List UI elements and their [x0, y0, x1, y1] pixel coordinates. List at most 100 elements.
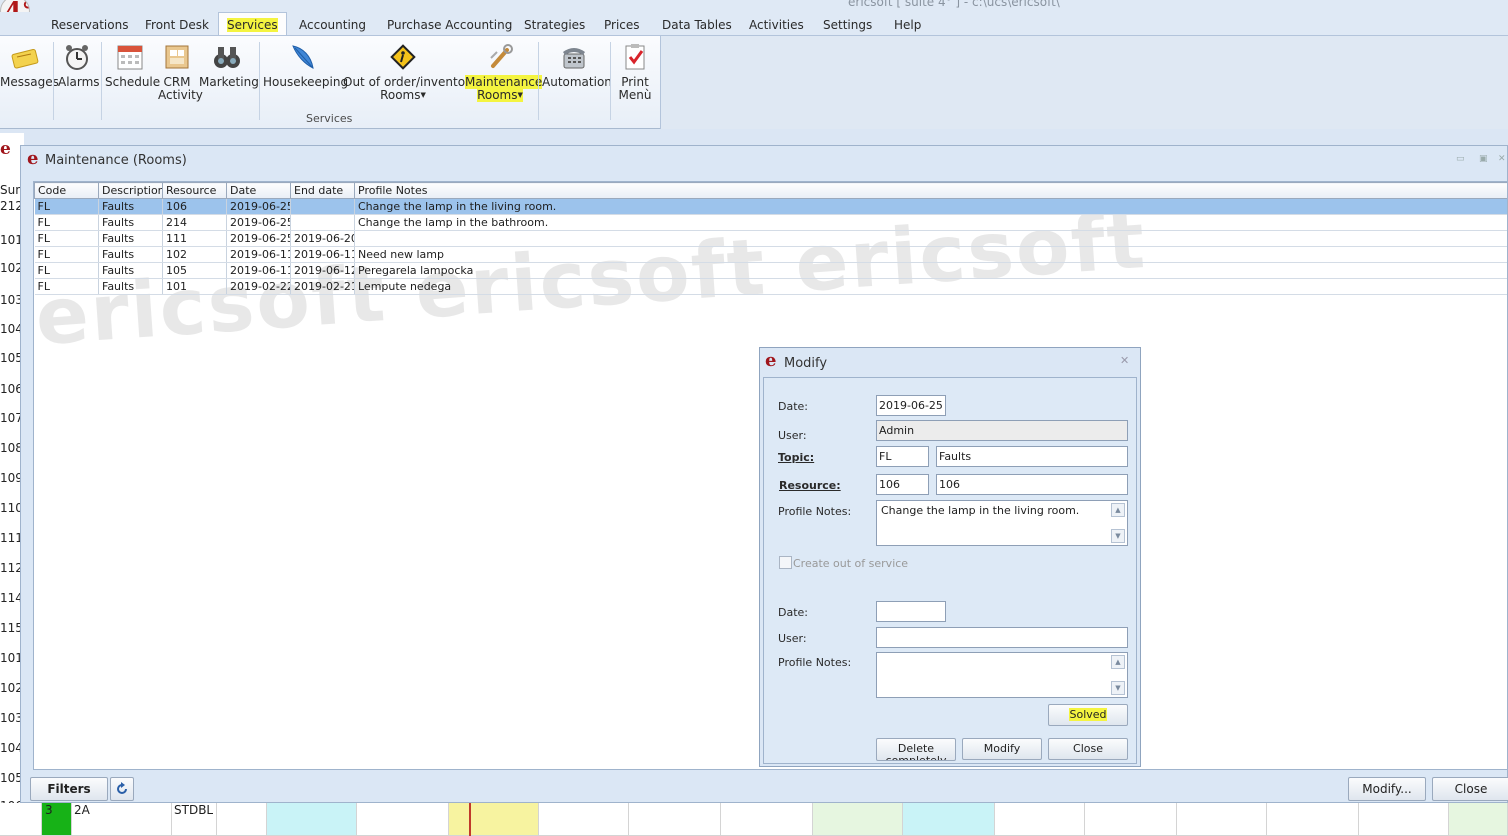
solved-date-field[interactable] [876, 601, 946, 622]
ribbon-automation-button[interactable]: Automation [542, 42, 612, 89]
bg-cell[interactable] [1177, 803, 1267, 836]
tab-services[interactable]: Services [218, 12, 287, 37]
modify-record-button[interactable]: Modify... [1348, 777, 1426, 801]
bg-cell[interactable] [1085, 803, 1177, 836]
column-header-code[interactable]: Code [34, 182, 99, 199]
bg-cell[interactable] [1267, 803, 1359, 836]
resource-code-field[interactable]: 106 [876, 474, 929, 495]
scroll-down-icon[interactable]: ▼ [1111, 529, 1125, 543]
scrollbar[interactable]: ▲ ▼ [1110, 654, 1126, 696]
bg-cell[interactable] [267, 803, 357, 836]
ribbon-crm-activity-button[interactable]: CRM Activity [158, 42, 203, 102]
create-out-of-service-checkbox[interactable] [779, 556, 792, 569]
topic-label-link[interactable]: Topic: [778, 451, 814, 464]
column-header-resource[interactable]: Resource [162, 182, 227, 199]
scroll-down-icon[interactable]: ▼ [1111, 681, 1125, 695]
table-cell: Faults [98, 246, 163, 263]
ribbon-maintenance-sub: Rooms▼ [477, 88, 523, 102]
tab-accounting[interactable]: Accounting [299, 18, 366, 32]
minimize-icon[interactable]: ▭ [1456, 154, 1465, 164]
bg-cell[interactable] [1359, 803, 1449, 836]
table-cell: FL [34, 262, 99, 279]
solved-user-field[interactable] [876, 627, 1128, 648]
table-row[interactable]: FL Faults 105 2019-06-11 2019-06-12 Pere… [34, 262, 1507, 279]
bg-cell[interactable] [217, 803, 267, 836]
bg-cell[interactable]: STDBL [172, 803, 217, 836]
ribbon-out-of-order-button[interactable]: Out of order/inventory Rooms▼ [343, 42, 477, 102]
table-cell: 105 [162, 262, 227, 279]
ribbon-marketing-label: Marketing [199, 75, 259, 89]
ribbon-schedule-button[interactable]: Schedule [105, 42, 160, 89]
topic-code-field[interactable]: FL [876, 446, 929, 467]
scroll-up-icon[interactable]: ▲ [1111, 503, 1125, 517]
table-cell: 2019-02-22 [226, 278, 291, 295]
bg-cell[interactable] [629, 803, 721, 836]
tab-help[interactable]: Help [894, 18, 921, 32]
date-field[interactable]: 2019-06-25 [876, 395, 946, 416]
ericsoft-logo-icon: e [765, 350, 777, 371]
table-row-selected[interactable]: FL Faults 106 2019-06-25 Change the lamp… [34, 198, 1507, 215]
column-header-date[interactable]: Date [226, 182, 291, 199]
table-cell: Faults [98, 230, 163, 247]
tab-activities[interactable]: Activities [749, 18, 804, 32]
bg-cell-value: 3 [45, 803, 53, 817]
tab-reservations[interactable]: Reservations [51, 18, 128, 32]
ribbon-housekeeping-button[interactable]: Housekeeping [263, 42, 348, 89]
column-header-profile-notes[interactable]: Profile Notes [354, 182, 1507, 199]
tab-front-desk[interactable]: Front Desk [145, 18, 209, 32]
bg-cell[interactable] [357, 803, 449, 836]
bg-cell[interactable] [903, 803, 995, 836]
bg-cell[interactable] [995, 803, 1085, 836]
profile-notes-textarea[interactable]: Change the lamp in the living room. ▲ ▼ [876, 500, 1128, 546]
user-field[interactable]: Admin [876, 420, 1128, 441]
modify-button[interactable]: Modify [962, 738, 1042, 760]
tab-purchase-accounting[interactable]: Purchase Accounting [387, 18, 512, 32]
table-cell: 2019-06-11 [226, 246, 291, 263]
ribbon-maintenance-label: Maintenance [465, 75, 543, 89]
close-dialog-button[interactable]: Close [1048, 738, 1128, 760]
column-header-end-date[interactable]: End date [290, 182, 355, 199]
ribbon-print-menu-button[interactable]: Print Menù [615, 42, 655, 102]
ribbon-out-of-order-label2: Rooms [380, 88, 421, 102]
delete-completely-button[interactable]: Delete completely [876, 738, 956, 761]
modify-dialog: e Modify ✕ Date: 2019-06-25 User: Admin … [759, 347, 1141, 767]
table-row[interactable]: FL Faults 101 2019-02-22 2019-02-21 Lemp… [34, 278, 1507, 295]
tab-prices[interactable]: Prices [604, 18, 640, 32]
maximize-icon[interactable]: ▣ [1479, 154, 1488, 164]
scrollbar[interactable]: ▲ ▼ [1110, 502, 1126, 544]
tab-settings[interactable]: Settings [823, 18, 872, 32]
bg-cell[interactable] [1449, 803, 1508, 836]
refresh-button[interactable] [110, 777, 134, 801]
table-row[interactable]: FL Faults 214 2019-06-25 Change the lamp… [34, 214, 1507, 231]
resource-label-link[interactable]: Resource: [779, 479, 841, 492]
maintenance-window-title: Maintenance (Rooms) [45, 153, 187, 168]
table-cell: 2019-06-11 [290, 246, 355, 263]
bg-cell[interactable] [539, 803, 629, 836]
solved-button[interactable]: Solved [1048, 704, 1128, 726]
bg-cell[interactable] [449, 803, 539, 836]
ribbon-maintenance-rooms-button[interactable]: Maintenance Rooms▼ [465, 42, 543, 102]
tab-data-tables[interactable]: Data Tables [662, 18, 732, 32]
ribbon-messages-button[interactable]: Messages [0, 42, 59, 89]
close-window-button[interactable]: Close [1432, 777, 1508, 801]
table-row[interactable]: FL Faults 111 2019-06-25 2019-06-20 [34, 230, 1507, 247]
topic-description-field[interactable]: Faults [936, 446, 1128, 467]
ribbon-alarms-button[interactable]: Alarms [58, 42, 100, 89]
bg-cell[interactable]: 2A [72, 803, 172, 836]
ribbon-panel: Messages Alarms Schedule CRM Activity Ma… [0, 35, 1508, 129]
table-cell: Change the lamp in the living room. [354, 198, 1507, 215]
close-icon[interactable]: ✕ [1120, 354, 1129, 367]
scroll-up-icon[interactable]: ▲ [1111, 655, 1125, 669]
resource-description-field[interactable]: 106 [936, 474, 1128, 495]
column-header-description[interactable]: Description [98, 182, 163, 199]
bg-cell-green[interactable]: 3 [42, 803, 72, 836]
bg-cell[interactable] [813, 803, 903, 836]
bg-cell[interactable] [721, 803, 813, 836]
filters-button[interactable]: Filters [30, 777, 108, 801]
ribbon-marketing-button[interactable]: Marketing [199, 42, 259, 89]
solved-profile-notes-textarea[interactable]: ▲ ▼ [876, 652, 1128, 698]
close-icon[interactable]: ✕ [1498, 154, 1506, 164]
table-row[interactable]: FL Faults 102 2019-06-11 2019-06-11 Need… [34, 246, 1507, 263]
table-cell: Need new lamp [354, 246, 1507, 263]
tab-strategies[interactable]: Strategies [524, 18, 585, 32]
